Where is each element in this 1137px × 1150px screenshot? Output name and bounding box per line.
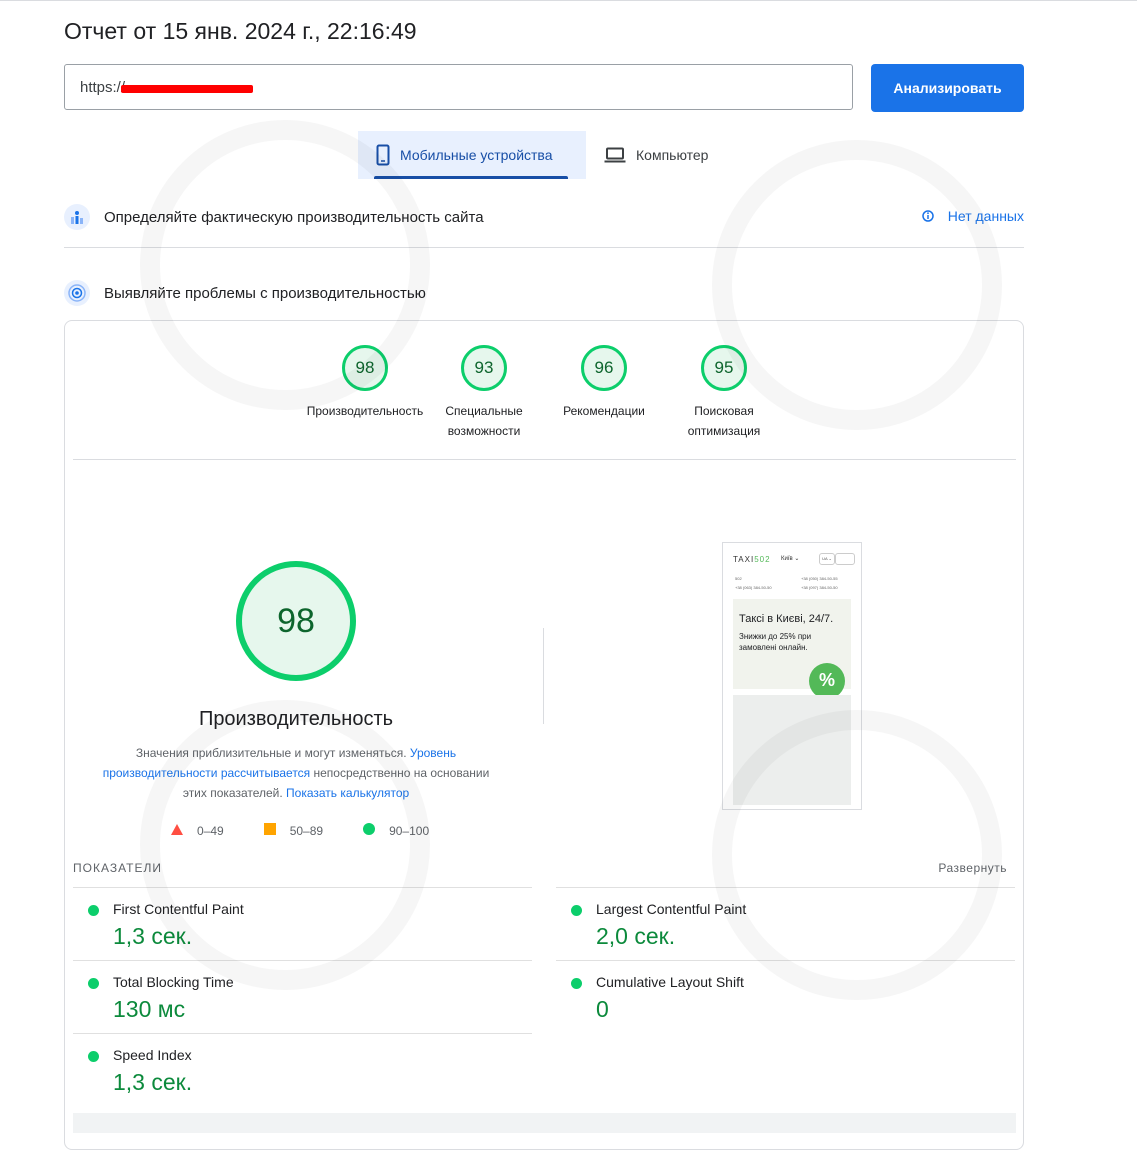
no-data-link[interactable]: Нет данных xyxy=(922,208,1024,224)
metric-name: Largest Contentful Paint xyxy=(596,901,747,917)
tab-desktop-label: Компьютер xyxy=(636,147,709,163)
metric-name: Cumulative Layout Shift xyxy=(596,974,744,990)
screenshot-city: Київ ⌄ xyxy=(781,556,800,562)
pass-dot-icon xyxy=(571,978,582,989)
legend-pass: 90–100 xyxy=(363,823,429,838)
legend-average: 50–89 xyxy=(263,823,324,838)
screenshot-headline: Таксі в Києві, 24/7. xyxy=(739,613,834,625)
performance-title: Производительность xyxy=(198,708,394,730)
screenshot-phone: +38 (050) 384-50-55 xyxy=(801,576,838,581)
metrics-header: ПОКАЗАТЕЛИ xyxy=(73,861,162,875)
metric-name: Total Blocking Time xyxy=(113,974,234,990)
legend-fail: 0–49 xyxy=(171,823,224,838)
smartphone-icon xyxy=(376,144,390,166)
circle-icon xyxy=(363,823,376,838)
logo-text: TAXI xyxy=(733,555,755,564)
analyze-button[interactable]: Анализировать xyxy=(871,64,1024,112)
pass-dot-icon xyxy=(88,978,99,989)
triangle-icon xyxy=(171,823,183,838)
bottom-bar xyxy=(73,1113,1016,1133)
pass-dot-icon xyxy=(571,905,582,916)
score-gauge: 98 xyxy=(342,345,388,391)
crux-icon xyxy=(64,204,90,230)
page-screenshot[interactable]: TAXI502 Київ ⌄ UA ⌄ 502 +38 (050) 384-50… xyxy=(722,542,862,810)
metric-name: First Contentful Paint xyxy=(113,901,244,917)
score-gauge: 96 xyxy=(581,345,627,391)
legend-range: 90–100 xyxy=(389,823,430,838)
metric-fcp: First Contentful Paint 1,3 сек. xyxy=(73,887,532,960)
field-data-section: Определяйте фактическую производительнос… xyxy=(64,202,1024,232)
info-icon xyxy=(922,210,934,222)
category-label: Специальные возможности xyxy=(445,404,523,438)
score-legend: 0–49 50–89 90–100 xyxy=(171,823,469,838)
calculator-link[interactable]: Показать калькулятор xyxy=(286,786,409,800)
screenshot-lang: UA ⌄ xyxy=(819,553,835,565)
vertical-divider xyxy=(543,628,544,724)
pass-dot-icon xyxy=(88,1051,99,1062)
section-divider xyxy=(64,247,1024,248)
url-input-value[interactable]: https:// xyxy=(80,79,125,96)
category-accessibility[interactable]: 93 Специальные возможности xyxy=(424,345,544,441)
tab-desktop[interactable]: Компьютер xyxy=(600,131,740,179)
lab-data-section: Выявляйте проблемы с производительностью xyxy=(64,278,1024,308)
metric-si: Speed Index 1,3 сек. xyxy=(73,1033,532,1106)
metric-cls: Cumulative Layout Shift 0 xyxy=(556,960,1015,1033)
description-text: Значения приблизительные и могут изменят… xyxy=(135,746,410,760)
pass-dot-icon xyxy=(88,905,99,916)
tab-selected-indicator xyxy=(374,176,568,179)
category-label: Поисковая оптимизация xyxy=(687,404,761,438)
category-label: Производительность xyxy=(306,404,424,418)
performance-score-gauge: 98 xyxy=(236,561,356,681)
screenshot-phone: +38 (063) 384-50-50 xyxy=(735,585,772,590)
metric-lcp: Largest Contentful Paint 2,0 сек. xyxy=(556,887,1015,960)
redaction-mark xyxy=(121,85,253,93)
legend-range: 50–89 xyxy=(289,823,324,838)
field-data-title: Определяйте фактическую производительнос… xyxy=(104,208,484,226)
card-divider xyxy=(73,459,1016,460)
score-gauge: 93 xyxy=(461,345,507,391)
top-border xyxy=(0,0,1137,1)
score-gauge: 95 xyxy=(701,345,747,391)
lighthouse-icon xyxy=(64,280,90,306)
expand-button[interactable]: Развернуть xyxy=(938,861,1007,875)
screenshot-discount-badge: % xyxy=(809,663,845,699)
metric-value: 130 мс xyxy=(113,996,186,1022)
screenshot-phone: 502 xyxy=(735,576,742,581)
report-title: Отчет от 15 янв. 2024 г., 22:16:49 xyxy=(64,18,417,44)
laptop-icon xyxy=(604,147,626,163)
metric-tbt: Total Blocking Time 130 мс xyxy=(73,960,532,1033)
category-label: Рекомендации xyxy=(563,404,645,418)
category-performance[interactable]: 98 Производительность xyxy=(305,345,425,421)
performance-description: Значения приблизительные и могут изменят… xyxy=(95,743,497,803)
screenshot-logo: TAXI502 xyxy=(733,555,771,564)
category-best-practices[interactable]: 96 Рекомендации xyxy=(544,345,664,421)
metric-value: 1,3 сек. xyxy=(113,923,193,949)
legend-range: 0–49 xyxy=(197,823,224,838)
square-icon xyxy=(263,823,276,838)
metric-value: 0 xyxy=(596,996,609,1022)
url-input[interactable]: https:// xyxy=(64,64,853,110)
screenshot-menu-icon xyxy=(835,553,855,565)
screenshot-phone: +38 (097) 384-50-50 xyxy=(801,585,838,590)
screenshot-placeholder xyxy=(733,695,851,805)
lab-data-title: Выявляйте проблемы с производительностью xyxy=(104,284,426,302)
category-seo[interactable]: 95 Поисковая оптимизация xyxy=(664,345,784,441)
logo-number: 502 xyxy=(754,555,771,564)
screenshot-subline: Знижки до 25% при замовлені онлайн. xyxy=(739,632,812,652)
tab-mobile-label: Мобильные устройства xyxy=(400,147,553,163)
metric-value: 2,0 сек. xyxy=(596,923,676,949)
no-data-label[interactable]: Нет данных xyxy=(948,208,1024,224)
metric-value: 1,3 сек. xyxy=(113,1069,193,1095)
lab-report-card: 98 Производительность 93 Специальные воз… xyxy=(64,320,1024,1150)
tab-mobile[interactable]: Мобильные устройства xyxy=(358,131,586,179)
metric-name: Speed Index xyxy=(113,1047,192,1063)
